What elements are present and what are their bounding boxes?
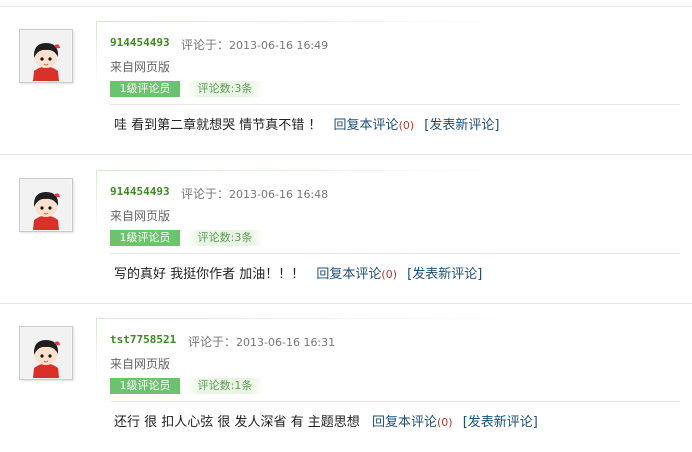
cartoon-avatar-icon xyxy=(21,180,71,230)
level-badge: 1级评论员 xyxy=(110,378,180,394)
comment-source: 来自网页版 xyxy=(110,209,171,223)
avatar[interactable] xyxy=(19,326,73,380)
reply-count: (0) xyxy=(436,416,453,429)
divider-top xyxy=(98,170,518,171)
avatar[interactable] xyxy=(19,29,73,83)
divider-vertical xyxy=(96,170,97,234)
comment-time: 2013-06-16 16:48 xyxy=(229,188,329,201)
new-comment-link[interactable]: [发表新评论] xyxy=(463,415,538,430)
comment-meta: 评论于：2013-06-16 16:49 xyxy=(181,36,328,53)
comment-text: 写的真好 我挺你作者 加油！！！ xyxy=(114,267,305,282)
level-badge: 1级评论员 xyxy=(110,81,180,97)
top-border xyxy=(0,0,692,7)
comment-text: 还行 很 扣人心弦 很 发人深省 有 主题思想 xyxy=(114,415,360,430)
level-badge: 1级评论员 xyxy=(110,230,180,246)
divider-vertical xyxy=(96,21,97,85)
reply-link[interactable]: 回复本评论 xyxy=(316,267,381,282)
reply-link[interactable]: 回复本评论 xyxy=(372,415,437,430)
username-link[interactable]: tst7758521 xyxy=(110,333,176,346)
new-comment-link[interactable]: [发表新评论] xyxy=(407,267,482,282)
comment-item: 914454493 评论于：2013-06-16 16:48 来自网页版 1级评… xyxy=(0,156,692,304)
comment-meta: 评论于：2013-06-16 16:48 xyxy=(181,185,328,202)
comment-time: 2013-06-16 16:49 xyxy=(229,39,329,52)
new-comment-link[interactable]: [发表新评论] xyxy=(424,118,499,133)
comment-content: 哇 看到第二章就想哭 情节真不错 ！ 回复本评论(0) [发表新评论] xyxy=(114,114,499,133)
avatar[interactable] xyxy=(19,178,73,232)
comment-text: 哇 看到第二章就想哭 情节真不错 ！ xyxy=(114,118,322,133)
comment-content: 还行 很 扣人心弦 很 发人深省 有 主题思想 回复本评论(0) [发表新评论] xyxy=(114,411,538,430)
cartoon-avatar-icon xyxy=(21,31,71,81)
commented-at-label: 评论于： xyxy=(181,187,230,201)
divider xyxy=(110,253,680,254)
divider xyxy=(110,104,680,105)
username-link[interactable]: 914454493 xyxy=(110,185,170,198)
comment-count-badge: 评论数:3条 xyxy=(186,230,264,246)
comment-source: 来自网页版 xyxy=(110,357,171,371)
comment-time: 2013-06-16 16:31 xyxy=(236,336,336,349)
comment-count-badge: 评论数:1条 xyxy=(186,378,264,394)
divider-vertical xyxy=(96,318,97,382)
comment-separator xyxy=(0,154,692,155)
comment-content: 写的真好 我挺你作者 加油！！！ 回复本评论(0) [发表新评论] xyxy=(114,263,482,282)
username-link[interactable]: 914454493 xyxy=(110,36,170,49)
commented-at-label: 评论于： xyxy=(181,38,230,52)
divider xyxy=(110,401,680,402)
divider-top xyxy=(98,21,518,22)
reply-count: (0) xyxy=(398,119,415,132)
reply-count: (0) xyxy=(381,268,398,281)
comment-count-badge: 评论数:3条 xyxy=(186,81,264,97)
commented-at-label: 评论于： xyxy=(188,335,237,349)
comment-item: tst7758521 评论于：2013-06-16 16:31 来自网页版 1级… xyxy=(0,304,692,452)
comment-meta: 评论于：2013-06-16 16:31 xyxy=(188,333,335,350)
cartoon-avatar-icon xyxy=(21,328,71,378)
comment-source: 来自网页版 xyxy=(110,60,171,74)
reply-link[interactable]: 回复本评论 xyxy=(334,118,399,133)
comment-item: 914454493 评论于：2013-06-16 16:49 来自网页版 1级评… xyxy=(0,7,692,155)
divider-top xyxy=(98,318,518,319)
